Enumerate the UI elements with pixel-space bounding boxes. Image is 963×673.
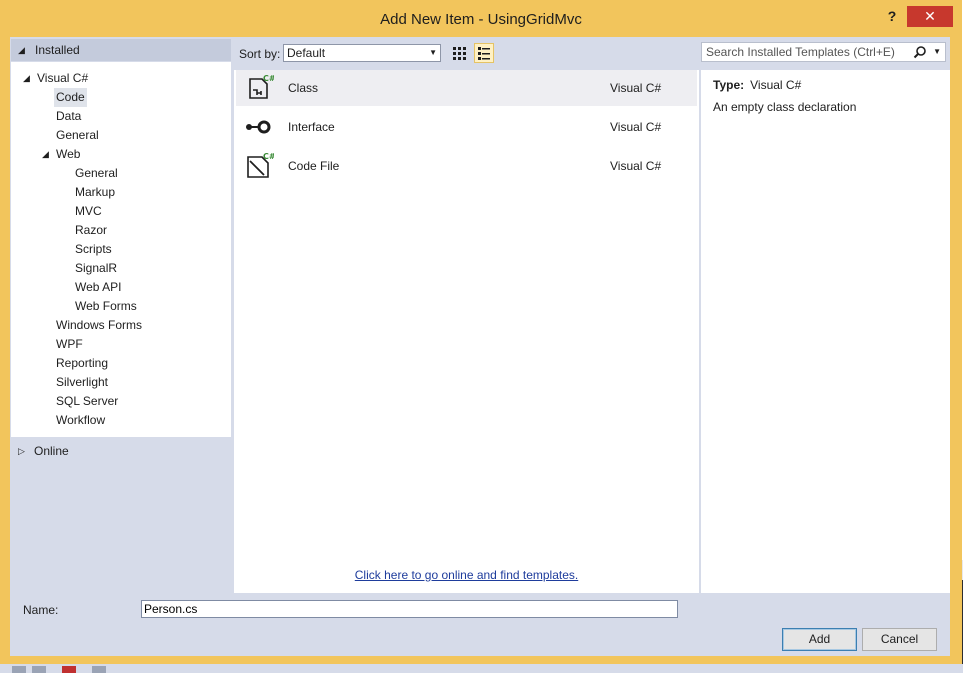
dropdown-arrow-icon: ▼	[429, 48, 437, 57]
sort-by-value: Default	[287, 46, 326, 60]
tree-item-sql-server[interactable]: SQL Server	[54, 392, 120, 411]
toolbar-icon	[12, 666, 26, 673]
installed-header[interactable]: ◢ Installed	[11, 39, 231, 61]
tree-item-signalr[interactable]: SignalR	[73, 259, 119, 278]
online-header[interactable]: ▷ Online	[11, 440, 231, 462]
add-new-item-dialog: Add New Item - UsingGridMvc ? ✕ ◢ Instal…	[0, 0, 962, 664]
add-button[interactable]: Add	[782, 628, 857, 651]
name-label: Name:	[23, 603, 59, 617]
search-icon[interactable]	[913, 45, 927, 59]
template-name: Class	[288, 81, 319, 95]
toolbar-icon	[62, 666, 76, 673]
tree-item-code[interactable]: Code	[54, 88, 87, 107]
template-item-class[interactable]: C# Class Visual C#	[236, 70, 697, 106]
template-type: Visual C#	[610, 159, 662, 173]
taskbar-strip	[0, 664, 963, 673]
name-field[interactable]	[141, 600, 678, 618]
templates-toolbar: Sort by: Default ▼ Search Installed Temp…	[234, 37, 950, 69]
search-templates-box[interactable]: ▼	[701, 42, 946, 62]
interface-icon	[246, 120, 271, 134]
template-type: Visual C#	[610, 81, 662, 95]
class-icon: C#	[249, 74, 274, 99]
search-options-arrow-icon[interactable]: ▼	[933, 44, 941, 60]
small-icons-view-button[interactable]	[474, 43, 494, 63]
tree-item-scripts[interactable]: Scripts	[73, 240, 114, 259]
installed-label: Installed	[35, 43, 80, 57]
collapse-arrow-icon[interactable]: ◢	[18, 39, 25, 61]
svg-text:C#: C#	[263, 74, 274, 83]
tree-item-workflow[interactable]: Workflow	[54, 411, 107, 430]
template-item-interface[interactable]: Interface Visual C#	[236, 109, 697, 145]
grid-view-icon	[453, 47, 466, 60]
search-templates-input[interactable]	[702, 43, 916, 61]
template-description: An empty class declaration	[713, 100, 857, 114]
tree-item-data[interactable]: Data	[54, 107, 83, 126]
tree-item-web-general[interactable]: General	[73, 164, 120, 183]
title-bar[interactable]: Add New Item - UsingGridMvc ? ✕	[0, 0, 962, 36]
template-details-panel: Type: Visual C# An empty class declaratio…	[701, 70, 950, 593]
online-label: Online	[34, 444, 69, 458]
template-type: Visual C#	[610, 120, 662, 134]
template-name: Interface	[288, 120, 335, 134]
expand-arrow-icon[interactable]: ◢	[23, 69, 30, 88]
tree-item-reporting[interactable]: Reporting	[54, 354, 110, 373]
type-value: Visual C#	[750, 78, 802, 92]
list-view-icon	[478, 47, 490, 60]
template-item-code-file[interactable]: C# Code File Visual C#	[236, 148, 697, 184]
toolbar-icon	[92, 666, 106, 673]
tree-item-web-api[interactable]: Web API	[73, 278, 123, 297]
tree-item-web[interactable]: Web	[54, 145, 82, 164]
close-icon: ✕	[924, 8, 936, 24]
cancel-button[interactable]: Cancel	[862, 628, 937, 651]
left-panel: ◢ Installed ◢ Visual C# Code Data Genera…	[10, 37, 231, 593]
expand-arrow-icon[interactable]: ▷	[18, 440, 25, 462]
medium-icons-view-button[interactable]	[449, 43, 469, 63]
toolbar-icon	[32, 666, 46, 673]
tree-item-wpf[interactable]: WPF	[54, 335, 85, 354]
template-tree: ◢ Visual C# Code Data General ◢ Web Gene…	[11, 62, 231, 437]
tree-item-markup[interactable]: Markup	[73, 183, 117, 202]
sort-by-dropdown[interactable]: Default ▼	[283, 44, 441, 62]
templates-list: C# Class Visual C# Interface Visual C#	[234, 70, 699, 593]
svg-text:C#: C#	[263, 152, 274, 161]
tree-item-web-forms[interactable]: Web Forms	[73, 297, 139, 316]
code-file-icon: C#	[247, 152, 274, 178]
window-title: Add New Item - UsingGridMvc	[380, 11, 582, 28]
sort-by-label: Sort by:	[239, 47, 281, 61]
dialog-client-area: ◢ Installed ◢ Visual C# Code Data Genera…	[10, 37, 950, 656]
tree-item-razor[interactable]: Razor	[73, 221, 109, 240]
type-label: Type:	[713, 78, 745, 92]
close-button[interactable]: ✕	[907, 6, 953, 27]
expand-arrow-icon[interactable]: ◢	[42, 145, 49, 164]
tree-item-general[interactable]: General	[54, 126, 101, 145]
tree-item-visual-csharp[interactable]: Visual C#	[35, 69, 90, 88]
tree-item-silverlight[interactable]: Silverlight	[54, 373, 110, 392]
template-type-line: Type: Visual C#	[713, 78, 801, 92]
help-button[interactable]: ?	[880, 6, 904, 26]
tree-item-mvc[interactable]: MVC	[73, 202, 104, 221]
template-name: Code File	[288, 159, 340, 173]
tree-item-windows-forms[interactable]: Windows Forms	[54, 316, 144, 335]
find-templates-online-link[interactable]: Click here to go online and find templat…	[234, 568, 699, 582]
